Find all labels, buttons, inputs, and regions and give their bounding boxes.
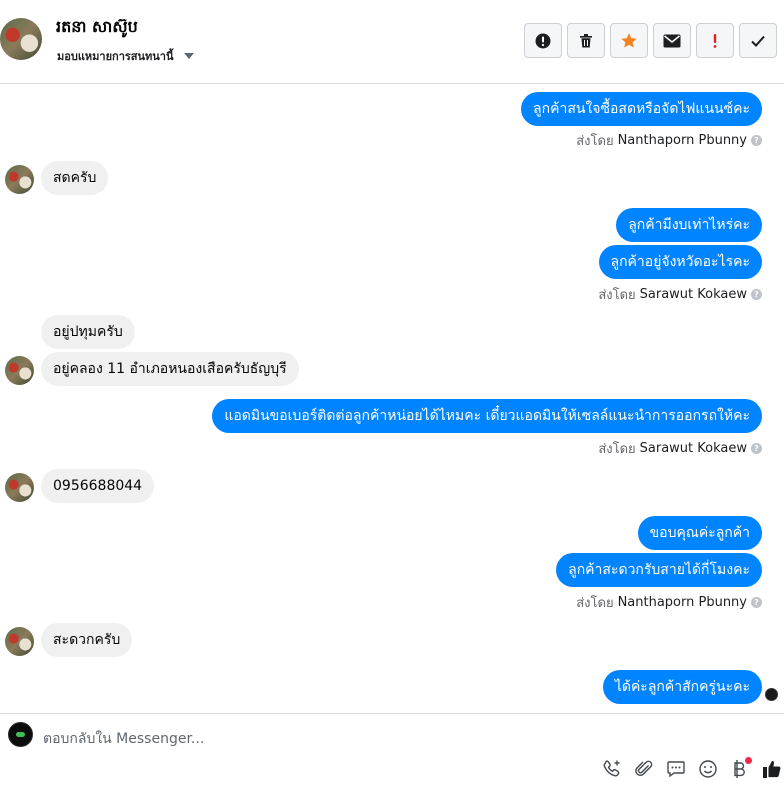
help-icon[interactable]: ? (751, 135, 762, 146)
header-actions (524, 23, 777, 58)
payment-button[interactable] (729, 757, 752, 780)
emoji-icon (699, 760, 717, 778)
emoji-button[interactable] (697, 758, 719, 780)
message-incoming[interactable]: อยู่คลอง 11 อำเภอหนองเสือครับธัญบุรี (41, 352, 299, 386)
message-outgoing[interactable]: ลูกค้ามีงบเท่าไหร่คะ (616, 208, 762, 242)
conversation-header: រតនា សាស៊ូប มอบแหมายการสนทนานี้ (0, 0, 784, 84)
paperclip-icon (635, 760, 653, 777)
like-button[interactable] (761, 758, 783, 780)
sent-by-label: ส่งโดย Sarawut Kokaew ? (598, 284, 762, 305)
message-incoming[interactable]: อยู่ปทุมครับ (41, 315, 135, 349)
exclamation-icon (713, 33, 717, 48)
mark-done-button[interactable] (739, 23, 777, 58)
assign-conversation-dropdown[interactable]: มอบแหมายการสนทนานี้ (57, 47, 194, 65)
page-avatar (8, 722, 33, 747)
check-icon (751, 35, 765, 47)
message-incoming[interactable]: สะดวกครับ (41, 623, 133, 657)
mail-icon (663, 34, 681, 47)
message-outgoing[interactable]: แอดมินขอเบอร์ติดต่อลูกค้าหน่อยได้ไหมคะ เ… (212, 399, 762, 433)
reply-input[interactable]: ตอบกลับใน Messenger... (43, 728, 204, 750)
help-icon[interactable]: ? (751, 597, 762, 608)
message-incoming[interactable]: 0956688044 (41, 469, 155, 503)
like-icon (763, 760, 781, 778)
notification-dot (745, 757, 752, 764)
sent-by-name: Nanthaporn Pbunny (617, 133, 747, 148)
message-outgoing[interactable]: ขอบคุณค่ะลูกค้า (637, 516, 762, 550)
sent-by-label: ส่งโดย Sarawut Kokaew ? (598, 438, 762, 459)
sent-by-label: ส่งโดย Nanthaporn Pbunny ? (576, 592, 762, 613)
delete-button[interactable] (567, 23, 605, 58)
reply-composer: ตอบกลับใน Messenger... (0, 713, 784, 789)
attach-button[interactable] (633, 758, 655, 780)
sent-by-name: Nanthaporn Pbunny (617, 595, 747, 610)
message-outgoing[interactable]: ลูกค้าอยู่จังหวัดอะไรคะ (598, 245, 762, 279)
sender-avatar[interactable] (5, 356, 34, 385)
sent-by-prefix: ส่งโดย (598, 288, 636, 303)
sent-by-name: Sarawut Kokaew (639, 287, 747, 302)
alert-circle-icon (535, 33, 551, 48)
mark-unread-button[interactable] (653, 23, 691, 58)
contact-name[interactable]: រតនា សាស៊ូប (56, 16, 138, 40)
seen-indicator-avatar (765, 688, 778, 701)
message-thread[interactable]: ลูกค้าสนใจซื้อสดหรือจัดไฟแนนซ์คะ ส่งโดย … (0, 85, 784, 713)
message-outgoing[interactable]: ลูกค้าสะดวกรับสายได้กี่โมงคะ (556, 553, 762, 587)
assign-label: มอบแหมายการสนทนานี้ (57, 50, 174, 63)
help-icon[interactable]: ? (751, 289, 762, 300)
trash-icon (580, 33, 592, 47)
spam-button[interactable] (696, 23, 734, 58)
help-icon[interactable]: ? (751, 443, 762, 454)
phone-add-icon (603, 760, 620, 777)
composer-toolbar (601, 757, 783, 780)
message-outgoing[interactable]: ลูกค้าสนใจซื้อสดหรือจัดไฟแนนซ์คะ (521, 92, 762, 126)
sender-avatar[interactable] (5, 165, 34, 194)
chevron-down-icon (183, 53, 194, 59)
sender-avatar[interactable] (5, 627, 34, 656)
sender-avatar[interactable] (5, 473, 34, 502)
message-outgoing[interactable]: ได้ค่ะลูกค้าสักครู่นะคะ (602, 670, 762, 704)
saved-replies-button[interactable] (665, 758, 687, 780)
sent-by-prefix: ส่งโดย (598, 442, 636, 457)
sent-by-prefix: ส่งโดย (576, 134, 614, 149)
message-incoming[interactable]: สดครับ (41, 161, 109, 195)
sent-by-prefix: ส่งโดย (576, 596, 614, 611)
alert-button[interactable] (524, 23, 562, 58)
call-button[interactable] (601, 758, 623, 780)
star-button[interactable] (610, 23, 648, 58)
contact-avatar[interactable] (0, 18, 42, 60)
chat-icon (667, 761, 685, 778)
star-icon (621, 32, 637, 48)
sent-by-name: Sarawut Kokaew (639, 441, 747, 456)
sent-by-label: ส่งโดย Nanthaporn Pbunny ? (576, 130, 762, 151)
